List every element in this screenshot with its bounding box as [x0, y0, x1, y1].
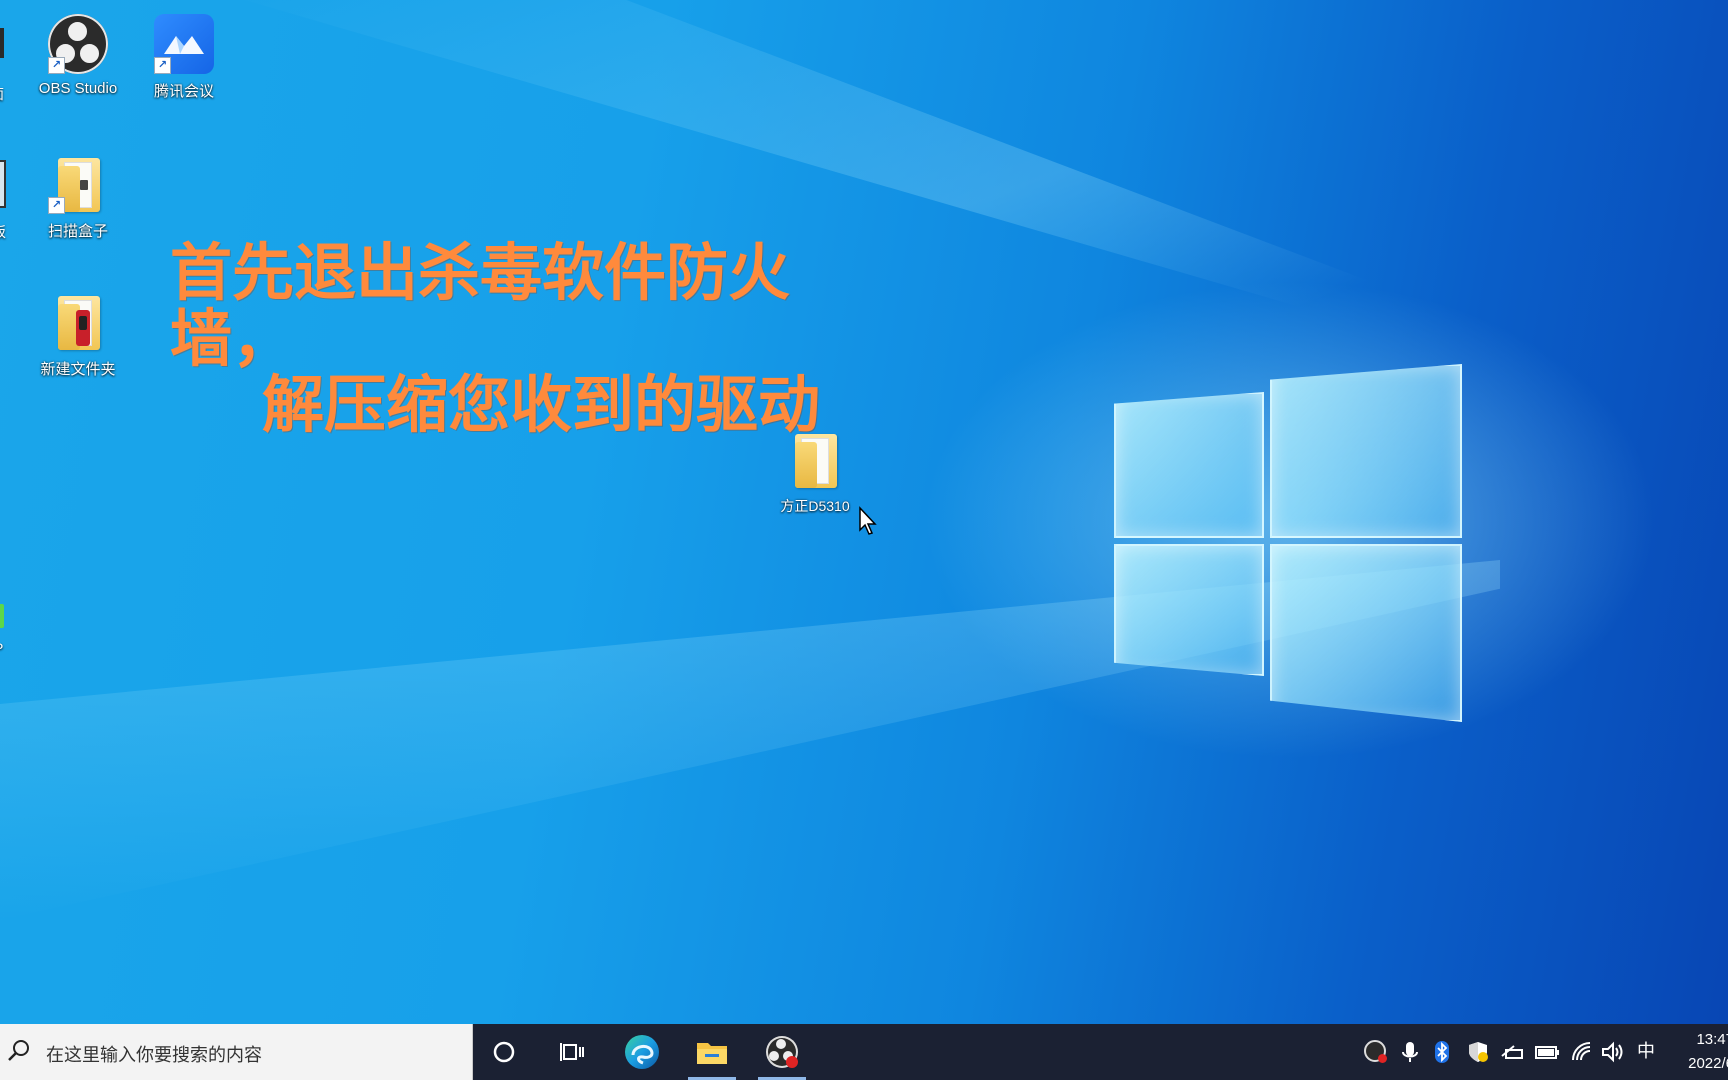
partial-icon-label: 面: [0, 84, 4, 104]
shortcut-arrow-icon: ↗: [48, 57, 65, 74]
ime-indicator[interactable]: 中: [1634, 1040, 1658, 1064]
desktop-icon-label: OBS Studio: [38, 80, 118, 97]
security-shield-icon[interactable]: [1466, 1040, 1490, 1064]
file-explorer-icon: [697, 1043, 727, 1064]
microphone-icon[interactable]: [1398, 1040, 1422, 1064]
cortana-icon: [493, 1041, 515, 1063]
desktop-icon-obs-studio[interactable]: ↗ OBS Studio: [30, 14, 126, 97]
obs-taskbar-button[interactable]: [752, 1024, 812, 1080]
instruction-overlay: 首先退出杀毒软件防火墙， 解压缩您收到的驱动: [170, 240, 910, 438]
folder-icon: [795, 434, 837, 488]
task-view-icon: [560, 1043, 584, 1061]
desktop-icon-new-folder[interactable]: 新建文件夹: [30, 292, 126, 379]
task-view-button[interactable]: [542, 1024, 602, 1080]
edge-icon: [625, 1035, 659, 1069]
search-placeholder: 在这里输入你要搜索的内容: [46, 1045, 262, 1066]
clock[interactable]: 13:47 2022/6: [1674, 1028, 1728, 1076]
clock-time: 13:47: [1696, 1031, 1728, 1048]
search-box[interactable]: 在这里输入你要搜索的内容: [0, 1024, 473, 1080]
shortcut-arrow-icon: ↗: [48, 197, 65, 214]
desktop-icon-label: 扫描盒子: [47, 223, 108, 240]
mouse-pointer-icon: [859, 506, 877, 535]
desktop-icon-label: 腾讯会议: [153, 83, 214, 100]
desktop-icon-label: 方正D5310: [780, 498, 850, 514]
shortcut-arrow-icon: ↗: [154, 57, 171, 74]
file-explorer-button[interactable]: [682, 1024, 742, 1080]
partial-icon-edge[interactable]: [0, 604, 4, 628]
battery-icon[interactable]: [1534, 1040, 1559, 1064]
desktop-icon-scan-box[interactable]: ↗ 扫描盒子: [30, 154, 126, 241]
volume-icon[interactable]: [1600, 1040, 1624, 1064]
partial-icon-edge[interactable]: [0, 28, 4, 58]
folder-icon: [58, 296, 100, 350]
taskbar: 在这里输入你要搜索的内容 中 13:4 2022/: [0, 1024, 1728, 1080]
windows-logo: [1108, 360, 1464, 722]
partial-icon-edge[interactable]: [0, 160, 6, 208]
wifi-icon[interactable]: [1570, 1040, 1594, 1064]
search-icon: [8, 1040, 29, 1061]
bluetooth-icon[interactable]: [1430, 1040, 1454, 1064]
obs-icon: [766, 1036, 798, 1068]
edge-button[interactable]: [612, 1024, 672, 1080]
clock-date: 2022/6: [1688, 1055, 1728, 1072]
instruction-line-2: 解压缩您收到的驱动: [262, 368, 821, 441]
obs-tray-icon[interactable]: [1364, 1040, 1388, 1064]
desktop-icon-founder-d5310[interactable]: 方正D5310: [767, 430, 863, 516]
desktop-icon-tencent-meeting[interactable]: ↗ 腾讯会议: [136, 14, 232, 101]
partial-icon-label: 板: [0, 222, 6, 242]
desktop: 面 板 P ↗ OBS Studio ↗ 腾讯会议: [0, 0, 1728, 1024]
instruction-line-1: 首先退出杀毒软件防火墙，: [170, 236, 791, 375]
partial-icon-label: P: [0, 640, 3, 656]
cortana-button[interactable]: [474, 1024, 534, 1080]
desktop-icon-label: 新建文件夹: [40, 361, 116, 378]
network-disconnected-icon[interactable]: [1500, 1040, 1524, 1064]
recording-dot-icon: [786, 1056, 798, 1068]
